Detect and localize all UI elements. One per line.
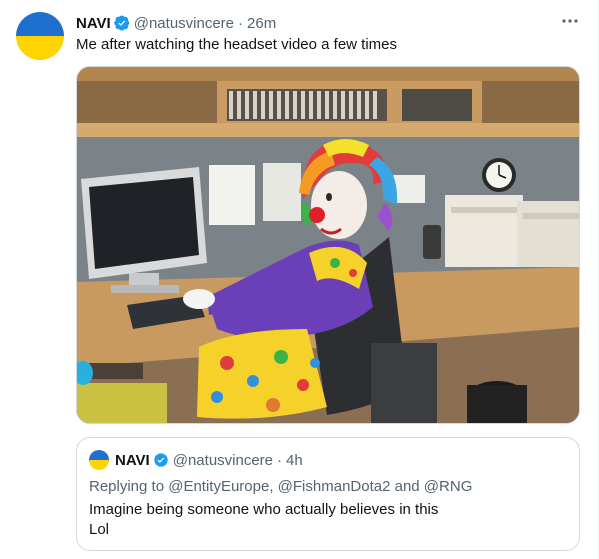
quoted-tweet-header: NAVI @natusvincere · 4h xyxy=(89,450,303,470)
quoted-author-avatar xyxy=(89,450,109,470)
verified-badge-icon xyxy=(113,15,130,31)
author-avatar[interactable] xyxy=(16,12,64,60)
verified-badge-icon xyxy=(154,453,168,467)
tweet-photo[interactable] xyxy=(76,66,580,424)
quoted-author-name: NAVI xyxy=(115,451,150,469)
quoted-tweet-timestamp: 4h xyxy=(286,451,303,469)
replying-to-label: Replying to xyxy=(89,478,165,495)
reply-mentions[interactable]: @EntityEurope, @FishmanDota2 and @RNG xyxy=(168,478,472,495)
replying-to-line: Replying to @EntityEurope, @FishmanDota2… xyxy=(89,478,472,495)
author-handle[interactable]: @natusvincere xyxy=(134,15,234,32)
separator-dot: · xyxy=(277,451,283,469)
quoted-author-handle: @natusvincere xyxy=(172,451,274,469)
quoted-tweet[interactable]: NAVI @natusvincere · 4h Replying to @Ent… xyxy=(76,437,580,551)
tweet-header: NAVI @natusvincere · 26m xyxy=(76,12,579,34)
quoted-tweet-text: Imagine being someone who actually belie… xyxy=(89,501,439,538)
more-horizontal-icon[interactable] xyxy=(561,12,579,30)
tweet-text: Me after watching the headset video a fe… xyxy=(76,36,398,53)
tweet-timestamp[interactable]: 26m xyxy=(247,15,276,32)
author-name[interactable]: NAVI xyxy=(76,15,111,32)
separator-dot: · xyxy=(238,14,244,32)
